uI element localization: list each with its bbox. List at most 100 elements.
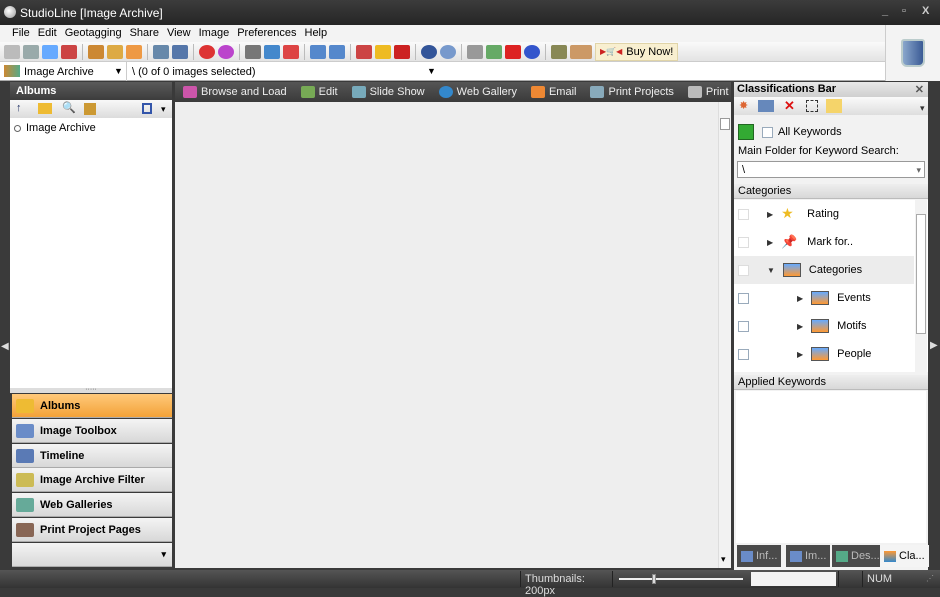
tree-view-icon[interactable] — [826, 99, 842, 113]
collapse-right-icon[interactable]: ▶ — [930, 340, 938, 351]
panel-splitter[interactable]: ····· — [10, 386, 172, 393]
tag-icon[interactable] — [570, 44, 592, 59]
tab-classifications[interactable]: Cla... — [880, 545, 929, 567]
scroll-down-icon[interactable]: ▾ — [721, 554, 726, 565]
thumbnail-size-slider[interactable] — [612, 571, 747, 587]
adjust-icon[interactable] — [153, 44, 169, 59]
redo-icon[interactable] — [329, 44, 345, 59]
tab-image[interactable]: Im... — [786, 545, 831, 567]
expand-icon[interactable]: ▶ — [767, 210, 773, 219]
rotate-left-icon[interactable] — [218, 44, 234, 59]
archive-select[interactable]: Image Archive — [24, 66, 94, 78]
nav-image-archive-filter[interactable]: Image Archive Filter — [12, 468, 172, 492]
chevron-down-icon[interactable]: ▾ — [916, 165, 921, 176]
expand-icon[interactable]: ▶ — [797, 322, 803, 331]
category-events[interactable]: ▶ Events — [734, 284, 914, 312]
nav-print-project-pages[interactable]: Print Project Pages — [12, 518, 172, 542]
minimize-button[interactable]: _ — [882, 5, 888, 17]
fit-icon[interactable] — [806, 100, 818, 112]
flash-icon[interactable] — [505, 44, 521, 59]
undo-icon[interactable] — [310, 44, 326, 59]
slider-thumb[interactable] — [651, 574, 656, 584]
path-dropdown-icon[interactable]: ▼ — [427, 66, 436, 76]
web-gallery-button[interactable]: Web Gallery — [438, 86, 517, 98]
scroll-thumb[interactable] — [916, 214, 926, 334]
expand-icon[interactable]: ▶ — [797, 350, 803, 359]
categories-scrollbar[interactable] — [915, 200, 927, 372]
toolbar-menu-icon[interactable]: ▾ — [920, 103, 925, 114]
category-motifs[interactable]: ▶ Motifs — [734, 312, 914, 340]
buy-now-button[interactable]: ▶🛒◀ Buy Now! — [595, 42, 679, 61]
checkbox[interactable] — [738, 320, 749, 332]
archive-dropdown-icon[interactable]: ▼ — [114, 66, 123, 76]
browse-and-load-button[interactable]: Browse and Load — [183, 86, 287, 98]
center-vertical-scrollbar[interactable]: ▾ — [718, 102, 731, 568]
import-icon[interactable] — [264, 44, 280, 59]
device-icon[interactable] — [551, 44, 567, 59]
details-view-icon[interactable] — [126, 44, 142, 59]
export-icon[interactable] — [283, 44, 299, 59]
sync-icon[interactable] — [524, 44, 540, 59]
category-categories[interactable]: ▼ Categories — [734, 256, 914, 284]
collapse-icon[interactable]: ▼ — [767, 266, 775, 275]
path-field[interactable]: \ (0 of 0 images selected) — [132, 66, 256, 78]
expand-icon[interactable]: ▶ — [797, 294, 803, 303]
all-keywords-checkbox[interactable]: All Keywords — [762, 126, 842, 138]
print-projects-button[interactable]: Print Projects — [590, 86, 674, 98]
thumbnail-view-icon[interactable] — [88, 44, 104, 59]
nav-timeline[interactable]: Timeline — [12, 444, 172, 468]
albums-toolbar-menu-icon[interactable]: ▾ — [161, 104, 166, 115]
new-keyword-icon[interactable]: ✸ — [739, 99, 748, 112]
upload-icon[interactable] — [486, 44, 502, 59]
preview-icon[interactable] — [107, 44, 123, 59]
album-properties-icon[interactable] — [84, 103, 96, 115]
menu-preferences[interactable]: Preferences — [233, 25, 300, 42]
email-button[interactable]: Email — [530, 86, 576, 98]
globe-icon[interactable] — [421, 44, 437, 59]
main-folder-select[interactable]: \ ▾ — [737, 161, 925, 178]
nav-web-galleries[interactable]: Web Galleries — [12, 493, 172, 517]
cut-icon[interactable] — [23, 44, 39, 59]
collapse-left-icon[interactable]: ◀ — [1, 341, 9, 352]
nav-albums[interactable]: Albums — [12, 394, 172, 418]
checkbox[interactable] — [738, 264, 749, 276]
checkbox[interactable] — [738, 348, 749, 360]
expand-icon[interactable]: ▶ — [767, 238, 773, 247]
checkbox[interactable] — [738, 236, 749, 248]
left-collapse-strip[interactable]: ◀ — [0, 81, 10, 570]
delete-icon[interactable]: ✕ — [784, 98, 795, 114]
category-rating[interactable]: ▶ ★ Rating — [734, 200, 914, 228]
nav-image-toolbox[interactable]: Image Toolbox — [12, 419, 172, 443]
keyword-search-icon[interactable] — [738, 124, 754, 140]
menu-file[interactable]: File — [8, 25, 34, 42]
copy-icon[interactable] — [42, 44, 58, 59]
export-album-icon[interactable] — [142, 103, 152, 114]
menu-image[interactable]: Image — [195, 25, 234, 42]
printer-icon[interactable] — [467, 44, 483, 59]
up-icon[interactable]: ↑ — [16, 102, 22, 114]
menu-edit[interactable]: Edit — [34, 25, 61, 42]
search-icon[interactable]: 🔍 — [62, 101, 76, 114]
maximize-button[interactable]: ▫ — [902, 5, 906, 17]
image-thumbnail-area[interactable] — [175, 102, 718, 568]
checkbox[interactable] — [738, 208, 749, 220]
category-mark-for[interactable]: ▶ 📌 Mark for.. — [734, 228, 914, 256]
tab-info[interactable]: Inf... — [737, 545, 782, 567]
rating-stars-icon[interactable] — [375, 44, 391, 59]
resize-grip-icon[interactable]: ⋰ — [926, 574, 934, 583]
menu-view[interactable]: View — [163, 25, 195, 42]
print-button[interactable]: Print — [687, 86, 729, 98]
select-all-icon[interactable] — [245, 44, 261, 59]
edit-button[interactable]: Edit — [300, 86, 338, 98]
menu-geotagging[interactable]: Geotagging — [61, 25, 126, 42]
close-button[interactable]: X — [922, 5, 929, 17]
menu-help[interactable]: Help — [301, 25, 332, 42]
pin-icon[interactable] — [394, 44, 410, 59]
scroll-thumb[interactable] — [720, 118, 730, 130]
nav-more-button[interactable]: ▾ — [12, 543, 172, 567]
checkbox[interactable] — [738, 292, 749, 304]
category-people[interactable]: ▶ People — [734, 340, 914, 368]
new-folder-icon[interactable] — [38, 103, 52, 114]
eyedropper-icon[interactable] — [172, 44, 188, 59]
keyword-settings-icon[interactable] — [758, 100, 774, 112]
